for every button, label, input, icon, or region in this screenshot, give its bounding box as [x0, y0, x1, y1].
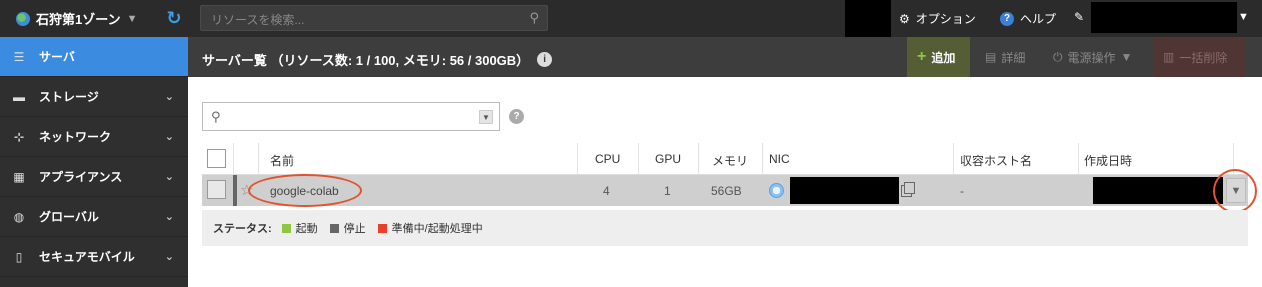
sidebar-item-network[interactable]: ⊹ ネットワーク ⌄: [0, 117, 188, 157]
highlight-oval: [248, 174, 362, 207]
sidebar-item-label: サーバ: [39, 50, 75, 64]
help-icon: ?: [1000, 11, 1014, 26]
detail-label: 詳細: [1001, 50, 1026, 65]
search-icon[interactable]: ⚲: [529, 10, 539, 26]
status-swatch: [281, 223, 291, 233]
grid-icon: ▦: [13, 169, 25, 184]
feather-icon: ✎: [1074, 10, 1085, 24]
sidebar-item-label: セキュアモバイル: [39, 250, 135, 264]
select-all-checkbox[interactable]: [207, 149, 226, 168]
options-label: オプション: [915, 12, 976, 26]
redacted-block: [845, 0, 891, 37]
storage-icon: ▬: [13, 89, 25, 104]
sidebar-item-label: グローバル: [39, 210, 99, 224]
search-icon: ⚲: [211, 109, 221, 124]
info-icon[interactable]: i: [537, 52, 553, 67]
resource-search-input[interactable]: リソースを検索... ⚲: [200, 5, 548, 31]
dropdown-toggle[interactable]: ▼: [479, 110, 493, 124]
help-icon[interactable]: ?: [509, 109, 524, 124]
legend-item-running: 起動: [281, 220, 318, 236]
add-label: 追加: [931, 50, 956, 65]
globe-icon: ◍: [13, 209, 25, 224]
gpu-cell: 1: [664, 184, 671, 198]
sidebar-item-server[interactable]: ☰ サーバ: [0, 37, 188, 77]
legend-item-preparing: 準備中/起動処理中: [377, 220, 483, 236]
content-header: サーバー覧 （リソース数: 1 / 100, メモリ: 56 / 300GB） …: [188, 37, 1262, 77]
highlight-circle: [1213, 169, 1257, 213]
column-header-memory[interactable]: メモリ: [712, 152, 748, 169]
sidebar-item-storage[interactable]: ▬ ストレージ ⌄: [0, 77, 188, 117]
redacted-username: [1091, 2, 1237, 33]
status-indicator: [233, 175, 237, 206]
status-swatch: [377, 223, 387, 233]
caret-down-icon: ▼: [126, 12, 138, 25]
sidebar-item-global[interactable]: ◍ グローバル ⌄: [0, 197, 188, 237]
cpu-cell: 4: [603, 184, 610, 198]
refresh-icon[interactable]: ↻: [163, 7, 185, 29]
legend-item-stopped: 停止: [329, 220, 366, 236]
status-swatch: [329, 223, 339, 233]
host-cell: -: [960, 184, 964, 198]
help-menu[interactable]: ? ヘルプ: [1000, 10, 1056, 27]
network-icon: ⊹: [13, 129, 25, 144]
column-header-cpu[interactable]: CPU: [595, 152, 620, 166]
gear-icon: ⚙: [899, 11, 910, 26]
globe-icon: [16, 11, 30, 26]
power-icon: ⏻: [1053, 49, 1063, 64]
page-title-text: サーバー覧 （リソース数: 1 / 100, メモリ: 56 / 300GB）: [202, 53, 530, 68]
power-button[interactable]: ⏻ 電源操作 ▼: [1043, 37, 1142, 77]
top-bar: 石狩第1ゾーン ▼ ↻ リソースを検索... ⚲ ⚙ オプション ? ヘルプ ✎…: [0, 0, 1262, 37]
column-header-created[interactable]: 作成日時: [1084, 152, 1132, 169]
globe-icon: [769, 183, 784, 198]
sidebar-item-secure-mobile[interactable]: ▯ セキュアモバイル ⌄: [0, 237, 188, 277]
book-icon: ▤: [985, 50, 997, 64]
column-header-gpu[interactable]: GPU: [655, 152, 681, 166]
page-title: サーバー覧 （リソース数: 1 / 100, メモリ: 56 / 300GB） …: [202, 50, 553, 69]
server-icon: ☰: [13, 49, 25, 64]
mobile-icon: ▯: [15, 249, 23, 264]
power-label: 電源操作: [1067, 50, 1116, 65]
column-header-nic[interactable]: NIC: [769, 152, 790, 166]
column-header-name[interactable]: 名前: [270, 152, 294, 169]
help-label: ヘルプ: [1020, 12, 1057, 26]
chevron-down-icon: ⌄: [164, 211, 174, 223]
sidebar-item-label: ストレージ: [39, 90, 99, 104]
memory-cell: 56GB: [711, 184, 742, 198]
add-button[interactable]: + 追加: [907, 37, 970, 77]
bulk-delete-label: 一括削除: [1179, 50, 1228, 65]
legend-item-label: 起動: [295, 223, 318, 235]
column-header-host[interactable]: 収容ホスト名: [960, 152, 1032, 169]
filter-input[interactable]: ⚲ ▼: [202, 102, 500, 131]
sidebar-item-label: ネットワーク: [39, 130, 112, 144]
trash-icon: ▥: [1163, 50, 1175, 64]
redacted-date: [1093, 177, 1223, 204]
options-menu[interactable]: ⚙ オプション: [899, 10, 976, 27]
zone-label: 石狩第1ゾーン: [36, 12, 121, 27]
row-checkbox[interactable]: [207, 180, 226, 199]
bulk-delete-button[interactable]: ▥ 一括削除: [1153, 37, 1245, 77]
zone-selector[interactable]: 石狩第1ゾーン ▼: [16, 9, 137, 28]
table-row[interactable]: ☆ google-colab 4 1 56GB - ▼: [202, 169, 1257, 213]
user-menu[interactable]: ✎: [1074, 10, 1084, 24]
user-caret-icon[interactable]: ▼: [1238, 11, 1249, 23]
search-placeholder: リソースを検索...: [211, 13, 305, 27]
plus-icon: +: [917, 48, 927, 65]
table-header: 名前 CPU GPU メモリ NIC 収容ホスト名 作成日時: [202, 143, 1248, 175]
legend-item-label: 停止: [343, 223, 366, 235]
caret-down-icon: ▼: [1120, 50, 1133, 64]
detail-button[interactable]: ▤ 詳細: [975, 37, 1035, 77]
chevron-down-icon: ⌄: [164, 91, 174, 103]
status-legend: ステータス: 起動 停止 準備中/起動処理中: [202, 210, 1248, 246]
legend-item-label: 準備中/起動処理中: [391, 223, 483, 235]
sidebar: ☰ サーバ ▬ ストレージ ⌄ ⊹ ネットワーク ⌄ ▦ アプライアンス ⌄ ◍…: [0, 37, 188, 287]
sidebar-item-label: アプライアンス: [39, 170, 123, 184]
redacted-ip: [790, 177, 899, 204]
chevron-down-icon: ⌄: [164, 131, 174, 143]
sidebar-item-appliance[interactable]: ▦ アプライアンス ⌄: [0, 157, 188, 197]
copy-icon[interactable]: [901, 182, 915, 197]
chevron-down-icon: ⌄: [164, 251, 174, 263]
chevron-down-icon: ⌄: [164, 171, 174, 183]
legend-label: ステータス:: [213, 223, 272, 235]
